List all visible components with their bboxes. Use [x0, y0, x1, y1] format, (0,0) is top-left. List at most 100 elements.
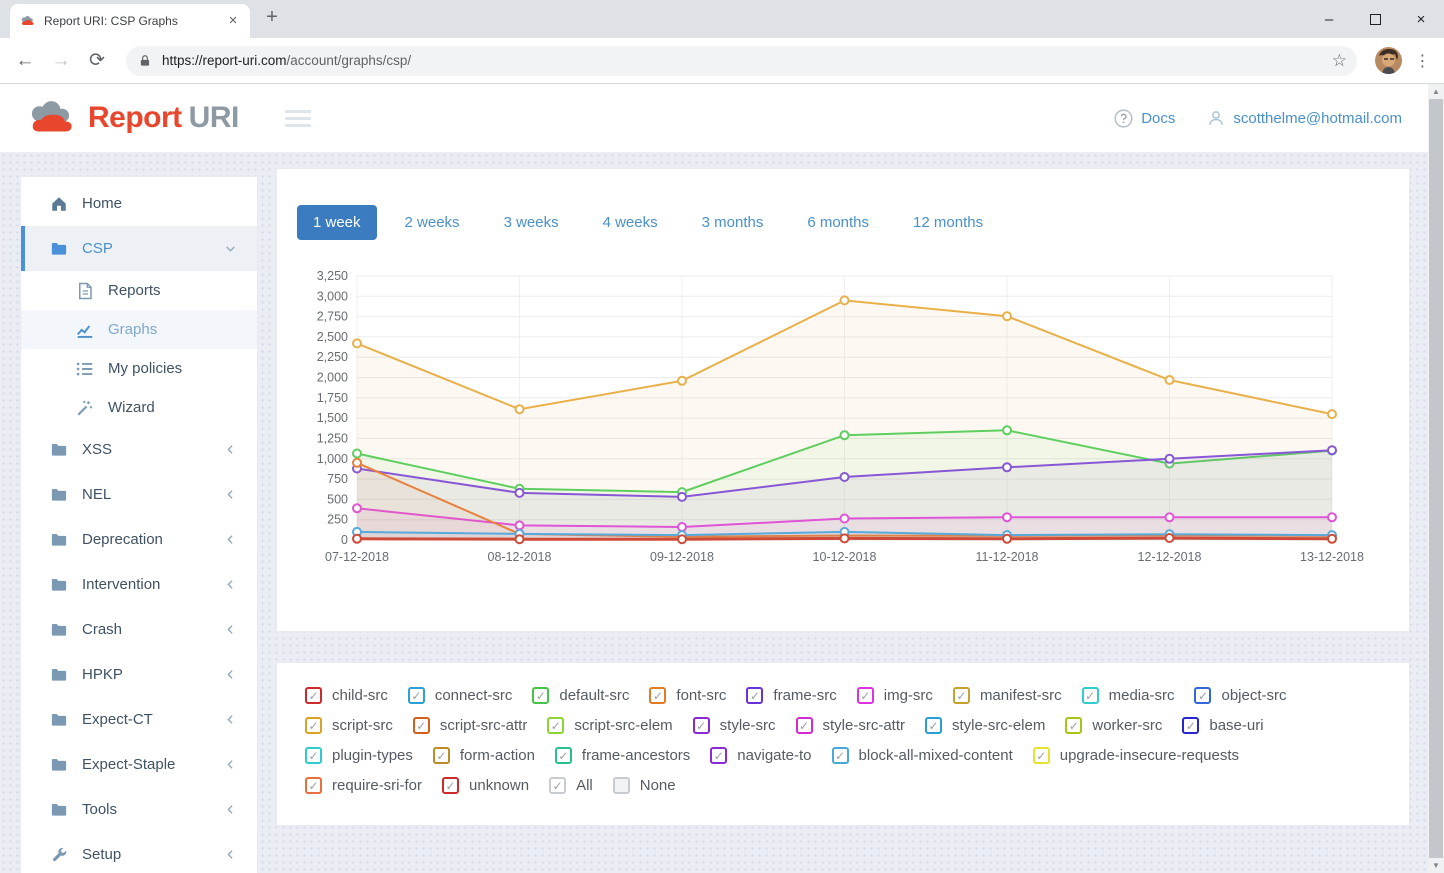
svg-text:750: 750 — [327, 472, 348, 486]
legend-checkbox-style-src-attr[interactable]: ✓style-src-attr — [796, 717, 906, 734]
legend-checkbox-require-sri-for[interactable]: ✓require-sri-for — [305, 777, 422, 794]
graph-card: 1 week 2 weeks 3 weeks 4 weeks 3 months 6 mon… — [276, 168, 1410, 632]
legend-checkbox-style-src[interactable]: ✓style-src — [693, 717, 776, 734]
legend-checkbox-connect-src[interactable]: ✓connect-src — [408, 687, 513, 704]
sidebar-item-csp[interactable]: CSP — [21, 226, 257, 271]
checkbox-icon: ✓ — [555, 747, 572, 764]
svg-text:500: 500 — [327, 492, 348, 506]
chart-wrap: 02505007501,0001,2501,5001,7502,0002,250… — [297, 268, 1389, 605]
sidebar-item-deprecation[interactable]: Deprecation — [21, 517, 257, 562]
url-text: https://report-uri.com/account/graphs/cs… — [162, 53, 411, 68]
legend-checkbox-object-src[interactable]: ✓object-src — [1194, 687, 1286, 704]
checkmark-icon: ✓ — [551, 720, 561, 732]
forward-icon[interactable]: → — [46, 46, 76, 76]
tab-12-months[interactable]: 12 months — [897, 205, 999, 240]
legend-checkbox-frame-ancestors[interactable]: ✓frame-ancestors — [555, 747, 690, 764]
legend-checkbox-style-src-elem[interactable]: ✓style-src-elem — [925, 717, 1045, 734]
legend-label: frame-src — [773, 687, 836, 704]
close-button[interactable]: × — [1398, 0, 1444, 38]
legend-checkbox-child-src[interactable]: ✓child-src — [305, 687, 388, 704]
legend-checkbox-script-src[interactable]: ✓script-src — [305, 717, 393, 734]
checkmark-icon: ✓ — [308, 750, 318, 762]
checkmark-icon: ✓ — [956, 690, 966, 702]
legend-checkbox-media-src[interactable]: ✓media-src — [1082, 687, 1175, 704]
page-scrollbar[interactable]: ▲ ▼ — [1428, 84, 1444, 873]
legend-checkbox-unknown[interactable]: ✓unknown — [442, 777, 529, 794]
legend-checkbox-form-action[interactable]: ✓form-action — [433, 747, 535, 764]
legend-checkbox-script-src-elem[interactable]: ✓script-src-elem — [547, 717, 672, 734]
legend-checkbox-all[interactable]: ✓All — [549, 777, 593, 794]
browser-menu-icon[interactable]: ⋮ — [1410, 51, 1436, 71]
tab-2-weeks[interactable]: 2 weeks — [389, 205, 476, 240]
scroll-up-icon[interactable]: ▲ — [1428, 84, 1444, 99]
legend-checkbox-frame-src[interactable]: ✓frame-src — [746, 687, 836, 704]
hamburger-menu-icon[interactable] — [285, 110, 311, 127]
reload-icon[interactable]: ⟳ — [82, 46, 112, 76]
legend-checkbox-none[interactable]: None — [613, 777, 676, 794]
chevron-left-icon — [223, 758, 237, 771]
svg-text:13-12-2018: 13-12-2018 — [1300, 550, 1364, 564]
legend-checkbox-manifest-src[interactable]: ✓manifest-src — [953, 687, 1062, 704]
account-link[interactable]: scotthelme@hotmail.com — [1207, 109, 1402, 127]
back-icon[interactable]: ← — [10, 46, 40, 76]
legend-checkbox-block-all-mixed-content[interactable]: ✓block-all-mixed-content — [832, 747, 1013, 764]
checkbox-icon: ✓ — [710, 747, 727, 764]
legend-checkbox-base-uri[interactable]: ✓base-uri — [1182, 717, 1263, 734]
csp-chart: 02505007501,0001,2501,5001,7502,0002,250… — [297, 268, 1389, 600]
svg-text:2,750: 2,750 — [317, 310, 348, 324]
legend-checkbox-worker-src[interactable]: ✓worker-src — [1065, 717, 1162, 734]
sidebar-item-setup[interactable]: Setup — [21, 832, 257, 873]
tab-3-weeks[interactable]: 3 weeks — [488, 205, 575, 240]
legend-checkbox-navigate-to[interactable]: ✓navigate-to — [710, 747, 811, 764]
legend-row: ✓child-src ✓connect-src ✓default-src ✓font-… — [305, 687, 1381, 704]
sidebar-item-my-policies[interactable]: My policies — [21, 349, 257, 388]
sidebar-item-label: Wizard — [108, 399, 237, 416]
sidebar-item-tools[interactable]: Tools — [21, 787, 257, 832]
legend-checkbox-img-src[interactable]: ✓img-src — [857, 687, 933, 704]
legend-checkbox-upgrade-insecure-requests[interactable]: ✓upgrade-insecure-requests — [1033, 747, 1239, 764]
scroll-down-icon[interactable]: ▼ — [1428, 858, 1444, 873]
sidebar-item-hpkp[interactable]: HPKP — [21, 652, 257, 697]
sidebar-item-wizard[interactable]: Wizard — [21, 388, 257, 427]
tab-6-months[interactable]: 6 months — [791, 205, 885, 240]
svg-text:0: 0 — [341, 533, 348, 547]
legend-checkbox-default-src[interactable]: ✓default-src — [532, 687, 629, 704]
legend-label: form-action — [460, 747, 535, 764]
svg-text:3,000: 3,000 — [317, 289, 348, 303]
sidebar-item-home[interactable]: Home — [21, 181, 257, 226]
checkmark-icon: ✓ — [1198, 690, 1208, 702]
sidebar-item-xss[interactable]: XSS — [21, 427, 257, 472]
tab-4-weeks[interactable]: 4 weeks — [587, 205, 674, 240]
sidebar-item-nel[interactable]: NEL — [21, 472, 257, 517]
report-uri-logo[interactable]: Report URI — [26, 100, 239, 136]
sidebar-item-graphs[interactable]: Graphs — [21, 310, 257, 349]
svg-text:12-12-2018: 12-12-2018 — [1138, 550, 1202, 564]
sidebar-item-intervention[interactable]: Intervention — [21, 562, 257, 607]
sidebar-item-reports[interactable]: Reports — [21, 271, 257, 310]
svg-text:1,250: 1,250 — [317, 431, 348, 445]
tab-3-months[interactable]: 3 months — [686, 205, 780, 240]
sidebar-item-crash[interactable]: Crash — [21, 607, 257, 652]
minimize-button[interactable]: – — [1306, 0, 1352, 38]
tab-close-icon[interactable]: × — [224, 12, 242, 30]
legend-checkbox-font-src[interactable]: ✓font-src — [649, 687, 726, 704]
header-right: Docs scotthelme@hotmail.com — [1114, 109, 1402, 128]
bookmark-star-icon[interactable]: ☆ — [1332, 51, 1347, 71]
docs-link[interactable]: Docs — [1114, 109, 1175, 128]
sidebar-item-expect-ct[interactable]: Expect-CT — [21, 697, 257, 742]
scrollbar-thumb[interactable] — [1429, 99, 1443, 858]
tab-1-week[interactable]: 1 week — [297, 205, 377, 240]
sidebar-item-expect-staple[interactable]: Expect-Staple — [21, 742, 257, 787]
maximize-button[interactable] — [1352, 0, 1398, 38]
legend-checkbox-script-src-attr[interactable]: ✓script-src-attr — [413, 717, 528, 734]
browser-tab[interactable]: Report URI: CSP Graphs × — [10, 4, 250, 38]
new-tab-button[interactable]: + — [258, 4, 286, 32]
checkmark-icon: ✓ — [1085, 690, 1095, 702]
sidebar-item-label: Reports — [108, 282, 237, 299]
checkmark-icon: ✓ — [835, 750, 845, 762]
address-bar[interactable]: https://report-uri.com/account/graphs/cs… — [126, 46, 1357, 76]
profile-avatar[interactable] — [1375, 47, 1402, 74]
legend-label: require-sri-for — [332, 777, 422, 794]
folder-icon — [49, 441, 69, 459]
legend-checkbox-plugin-types[interactable]: ✓plugin-types — [305, 747, 413, 764]
